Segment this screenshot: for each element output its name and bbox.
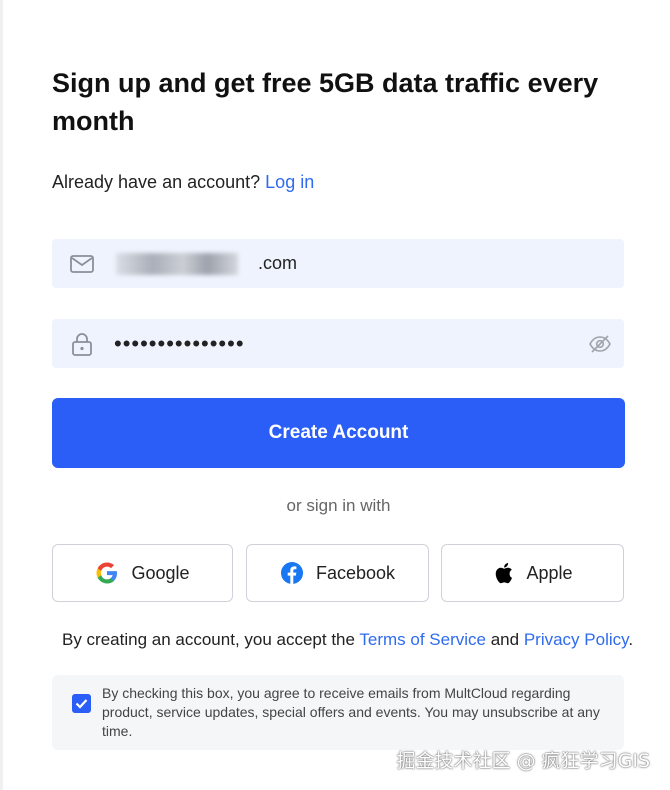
google-signin-button[interactable]: Google (52, 544, 233, 602)
login-prompt: Already have an account? Log in (52, 172, 314, 193)
left-border (0, 0, 3, 790)
terms-of-service-link[interactable]: Terms of Service (359, 630, 486, 649)
eye-off-icon[interactable] (588, 332, 612, 356)
redacted-email-blur (116, 253, 238, 275)
google-label: Google (131, 562, 190, 583)
facebook-label: Facebook (315, 562, 396, 583)
apple-label: Apple (526, 562, 573, 583)
create-account-button[interactable]: Create Account (52, 398, 625, 468)
login-prompt-text: Already have an account? (52, 172, 261, 192)
mail-icon (69, 251, 95, 277)
facebook-icon (280, 562, 303, 584)
google-icon (96, 562, 118, 584)
watermark: 掘金技术社区 @ 疯狂学习GIS (396, 750, 650, 772)
login-link[interactable]: Log in (265, 172, 314, 192)
apple-icon (496, 563, 513, 584)
lock-icon (69, 331, 95, 357)
consent-checkbox[interactable] (72, 694, 91, 713)
apple-signin-button[interactable]: Apple (441, 544, 624, 602)
or-sign-in-divider: or sign in with (286, 496, 391, 515)
marketing-consent: By checking this box, you agree to recei… (52, 675, 624, 750)
terms-suffix: . (628, 630, 634, 649)
password-field[interactable] (52, 319, 624, 368)
checkmark-icon (75, 699, 88, 709)
privacy-policy-link[interactable]: Privacy Policy (524, 630, 629, 649)
password-input[interactable] (114, 319, 574, 368)
terms-and: and (490, 630, 520, 649)
page-title: Sign up and get free 5GB data traffic ev… (52, 68, 599, 136)
terms-prefix: By creating an account, you accept the (62, 630, 355, 649)
consent-text: By checking this box, you agree to recei… (102, 685, 600, 739)
terms-statement: By creating an account, you accept the T… (62, 630, 633, 650)
facebook-signin-button[interactable]: Facebook (246, 544, 429, 602)
